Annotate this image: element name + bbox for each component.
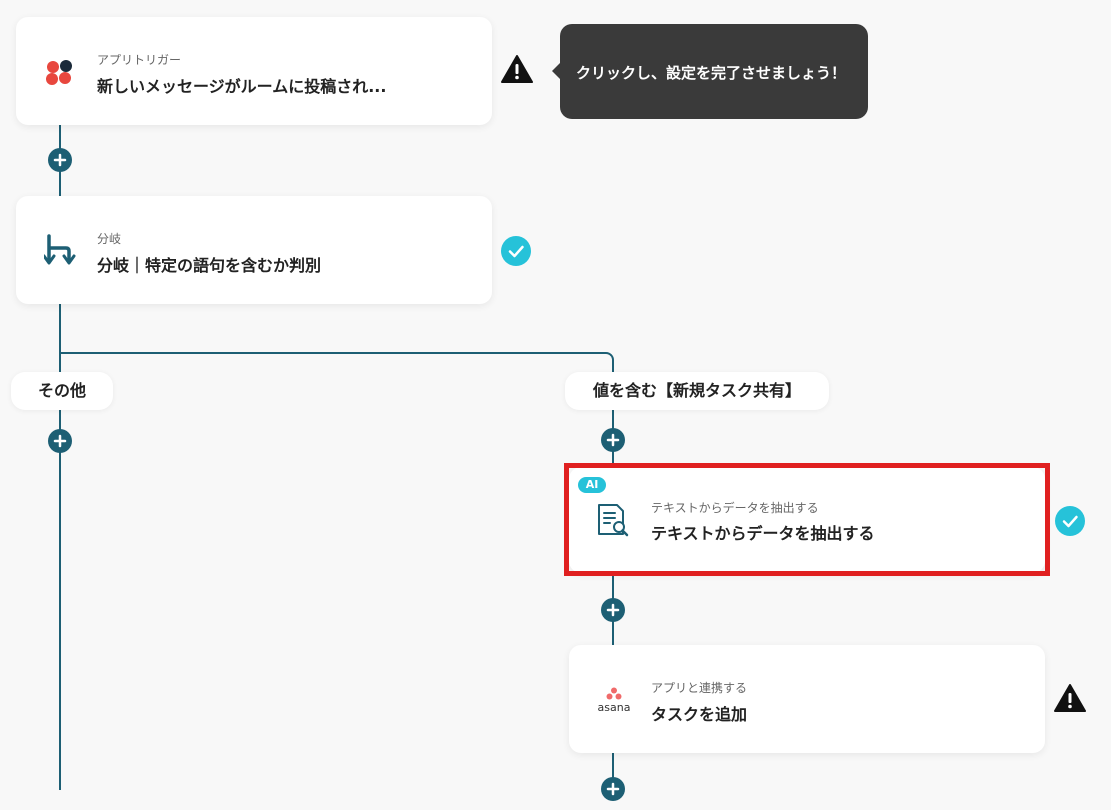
step-subtitle: アプリと連携する: [651, 681, 748, 695]
branch-step-card[interactable]: 分岐 分岐｜特定の語句を含むか判別: [16, 196, 492, 304]
check-icon: [1055, 506, 1085, 536]
warning-icon[interactable]: [1054, 683, 1086, 717]
branch-connector-line: [59, 352, 605, 354]
step-title: テキストからデータを抽出する: [651, 524, 875, 543]
ai-badge: AI: [578, 477, 606, 493]
add-step-button[interactable]: [48, 429, 72, 453]
check-icon: [501, 236, 531, 266]
warning-icon[interactable]: [501, 54, 533, 88]
extract-step-card[interactable]: AI テキストからデータを抽出する テキストからデータを抽出する: [569, 467, 1045, 573]
step-subtitle: アプリトリガー: [97, 53, 182, 67]
branch-label-other[interactable]: その他: [11, 372, 113, 410]
add-step-button[interactable]: [601, 428, 625, 452]
step-title: 分岐｜特定の語句を含むか判別: [97, 256, 322, 275]
branch-label-contains-value[interactable]: 値を含む【新規タスク共有】: [565, 372, 829, 410]
asana-logo-text: asana: [597, 701, 631, 714]
tooltip-text: クリックし、設定を完了させましょう！: [576, 64, 847, 82]
document-search-icon: [595, 502, 631, 542]
trigger-step-card[interactable]: アプリトリガー 新しいメッセージがルームに投稿され...: [16, 17, 492, 125]
add-step-button[interactable]: [601, 598, 625, 622]
step-subtitle: 分岐: [97, 232, 122, 246]
asana-logo-icon: asana: [594, 687, 634, 717]
asana-step-card[interactable]: asana アプリと連携する タスクを追加: [569, 645, 1045, 753]
branch-icon: [42, 234, 76, 272]
step-subtitle: テキストからデータを抽出する: [651, 501, 819, 515]
chatwork-logo-icon: [44, 57, 76, 91]
step-title: 新しいメッセージがルームに投稿され...: [97, 77, 387, 96]
add-step-button[interactable]: [601, 777, 625, 801]
tooltip-arrow: [552, 63, 560, 79]
setup-tooltip: クリックし、設定を完了させましょう！: [552, 24, 868, 119]
add-step-button[interactable]: [48, 148, 72, 172]
step-title: タスクを追加: [651, 705, 748, 724]
